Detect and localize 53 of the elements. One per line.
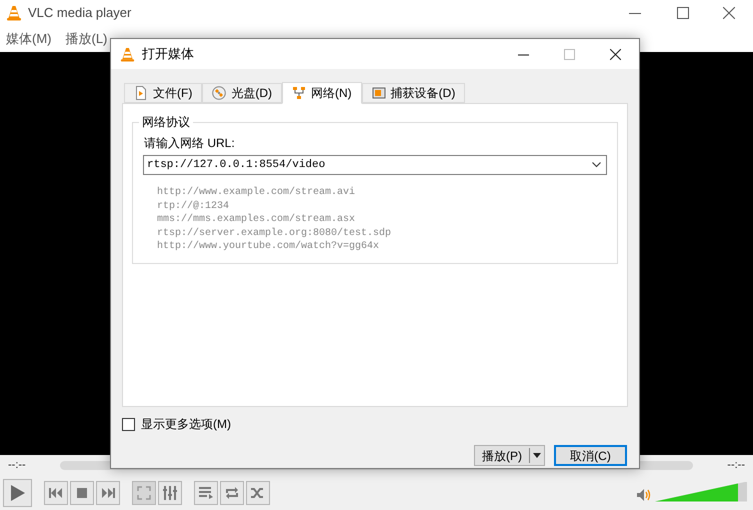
play-button[interactable] [3,478,32,506]
menu-item[interactable]: 媒体(M) [6,29,52,49]
elapsed-time: --:-- [8,458,27,473]
loop-icon [225,486,239,498]
remaining-time: --:-- [726,458,745,473]
file-icon [134,86,148,100]
previous-button[interactable] [44,480,68,504]
tab[interactable]: 光盘(D) [202,83,282,103]
example-url: http://www.yourtube.com/watch?v=gg64x [157,240,380,254]
play-button[interactable]: 播放(P) [474,445,545,466]
shuffle-icon [251,486,265,498]
maximize-icon [564,48,575,60]
tab[interactable]: 文件(F) [124,83,202,103]
next-icon [101,488,115,498]
example-url: rtp://@:1234 [157,200,230,213]
fullscreen-button[interactable] [132,480,156,504]
next-button[interactable] [96,480,120,504]
tab[interactable]: 网络(N) [282,82,362,104]
capture-icon [372,86,386,100]
window-title: VLC media player [28,4,132,22]
dropdown-icon [592,162,601,168]
equalizer-button[interactable] [158,480,182,504]
cone-icon [120,46,135,62]
checkbox[interactable] [122,418,135,430]
previous-icon [49,488,63,498]
example-url: mms://mms.examples.com/stream.asx [157,213,356,226]
maximize-icon[interactable] [677,7,689,19]
playlist-icon [199,486,213,498]
dialog-title: 打开媒体 [142,45,194,64]
group-title: 网络协议 [139,114,193,130]
url-label: 请输入网络 URL: [144,135,236,151]
equalizer-icon [163,486,177,500]
close-icon[interactable] [723,7,735,19]
stop-button[interactable] [70,480,94,504]
shuffle-button[interactable] [246,480,270,504]
speaker-icon[interactable] [637,488,651,502]
example-url: rtsp://server.example.org:8080/test.sdp [157,226,392,240]
menu-item[interactable]: 播放(L) [66,29,108,49]
network-icon [292,86,306,100]
url-combo-field[interactable]: rtsp://127.0.0.1:8554/video [143,155,607,175]
play-icon [10,484,24,500]
disc-icon [212,86,226,100]
close-icon[interactable] [610,48,621,60]
stop-icon [77,488,87,498]
checkbox-label: 显示更多选项(M) [141,416,231,433]
tab[interactable]: 捕获设备(D) [362,83,466,103]
fullscreen-icon [137,486,151,500]
playlist-button[interactable] [194,480,218,504]
loop-button[interactable] [220,480,244,504]
dropdown-icon [533,453,541,458]
cancel-button[interactable]: 取消(C) [554,445,627,466]
cone-icon [6,5,22,21]
example-url: http://www.example.com/stream.avi [157,186,356,200]
